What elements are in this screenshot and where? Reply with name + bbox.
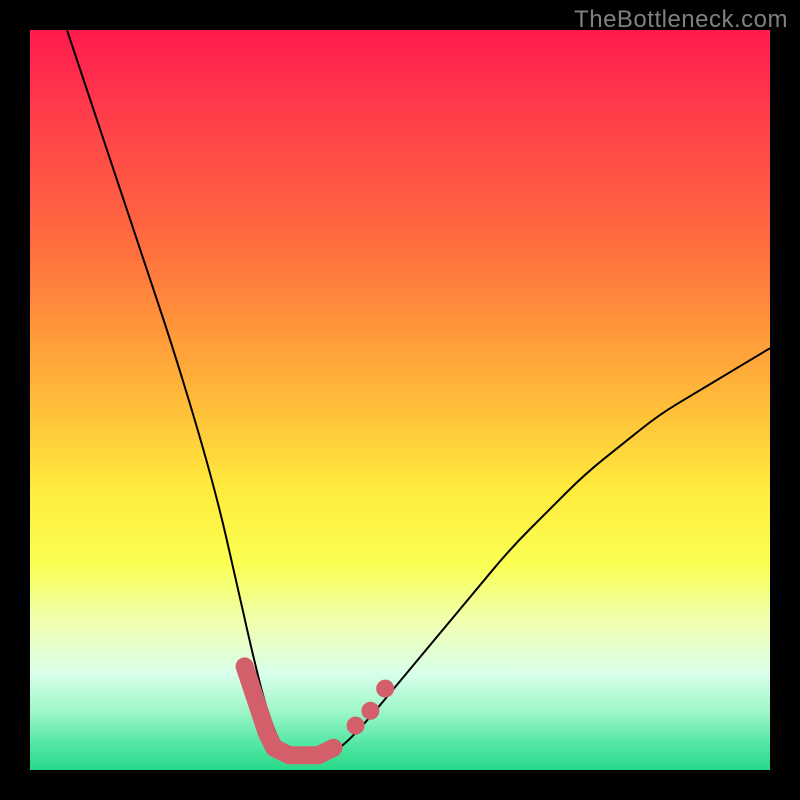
highlight-dot [347,717,365,735]
chart-plot-area [30,30,770,770]
chart-svg [30,30,770,770]
highlight-markers [245,666,395,755]
highlight-dot [376,680,394,698]
bottleneck-curve [67,30,770,755]
highlight-segment [245,666,334,755]
highlight-dot [361,702,379,720]
watermark-text: TheBottleneck.com [574,6,788,34]
